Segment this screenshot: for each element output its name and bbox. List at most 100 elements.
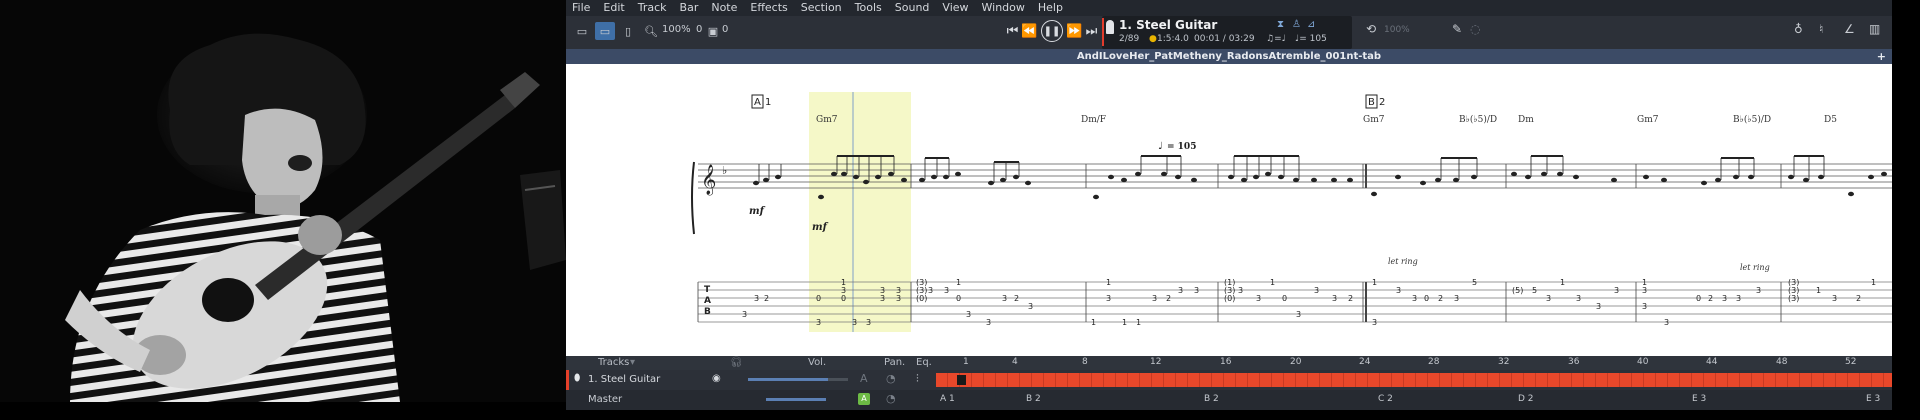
section-mark[interactable]: B 2: [1204, 394, 1219, 404]
ruler-number: 44: [1706, 357, 1718, 367]
tab-clef-b: B: [704, 307, 711, 317]
menu-help[interactable]: Help: [1038, 0, 1063, 16]
pause-button[interactable]: ❚❚: [1041, 20, 1063, 42]
svg-text:3: 3: [1256, 294, 1261, 303]
svg-text:3: 3: [1664, 318, 1669, 327]
ruler-number: 24: [1359, 357, 1371, 367]
add-track-icon[interactable]: ▾: [630, 357, 635, 368]
rewind-icon[interactable]: ⏪: [1021, 24, 1038, 39]
headphones-icon[interactable]: 🎧︎: [730, 357, 743, 368]
pan-header: Pan.: [884, 357, 906, 368]
section-mark[interactable]: B 2: [1026, 394, 1041, 404]
section-mark[interactable]: A 1: [940, 394, 955, 404]
vertical-view-icon[interactable]: ▯: [618, 22, 638, 40]
track-volume-fill: [748, 378, 828, 381]
svg-text:2: 2: [1348, 294, 1353, 303]
score-svg: A 1 B 2 Gm7 Dm/F Gm7 B♭(♭5)/D Dm Gm7 B♭(…: [691, 92, 1892, 332]
svg-text:3: 3: [754, 294, 759, 303]
bulb-icon[interactable]: ♁: [1794, 22, 1803, 36]
ruler-number: 32: [1498, 357, 1510, 367]
speed-icon[interactable]: ⊿: [1307, 19, 1315, 30]
master-row[interactable]: Master A ◔ A 1 B 2 B 2 C 2 D 2 E 3 E 3: [566, 390, 1892, 410]
menu-tools[interactable]: Tools: [855, 0, 882, 16]
svg-text:3: 3: [1596, 302, 1601, 311]
dynamic-marking: mf: [749, 206, 766, 217]
tab-fret-numbers: 3 23 0313 03 33 3 33 (3)(3)(0)3 3103 33 23 1…: [742, 278, 1876, 327]
master-auto-button[interactable]: A: [858, 393, 870, 405]
loop-icon[interactable]: ⟲: [1366, 22, 1376, 36]
svg-text:(0): (0): [1224, 294, 1235, 303]
guitar-icon[interactable]: ∠: [1844, 22, 1855, 36]
chord-label: Dm/F: [1081, 115, 1106, 125]
svg-text:0: 0: [956, 294, 961, 303]
ruler-number: 52: [1845, 357, 1857, 367]
track-name[interactable]: 1. Steel Guitar: [588, 374, 660, 385]
document-tab[interactable]: AndILoveHer_PatMetheny_RadonsAtremble_00…: [566, 49, 1892, 64]
trash-icon[interactable]: ▥: [1869, 22, 1880, 36]
pan-letter-icon[interactable]: A: [860, 372, 868, 385]
master-pan-icon[interactable]: ◔: [886, 392, 896, 405]
eq-header: Eq.: [916, 357, 932, 368]
track-timeline[interactable]: [936, 373, 1892, 387]
tracks-header-label: Tracks: [598, 357, 630, 368]
count-in-icon[interactable]: ♙: [1292, 19, 1301, 30]
horizontal-view-icon[interactable]: ▭: [595, 22, 615, 40]
section-mark[interactable]: E 3: [1692, 394, 1706, 404]
svg-text:3: 3: [1454, 294, 1459, 303]
svg-text:3: 3: [896, 286, 901, 295]
lcd-display: 1. Steel Guitar 2/89 ● 1:5:4.0 00:01 / 0…: [1102, 16, 1352, 49]
menu-section[interactable]: Section: [801, 0, 842, 16]
svg-text:3: 3: [1296, 310, 1301, 319]
svg-text:1: 1: [1816, 286, 1821, 295]
add-tab-icon[interactable]: +: [1877, 49, 1886, 64]
menu-bar-item[interactable]: Bar: [680, 0, 699, 16]
page-view-icon[interactable]: ▭: [572, 22, 592, 40]
svg-text:0: 0: [1696, 294, 1701, 303]
pan-knob-icon[interactable]: ◔: [886, 372, 896, 385]
menu-edit[interactable]: Edit: [603, 0, 624, 16]
svg-text:3: 3: [1722, 294, 1727, 303]
section-mark[interactable]: E 3: [1866, 394, 1880, 404]
menu-note[interactable]: Note: [711, 0, 737, 16]
zoom-icon[interactable]: 🔍︎: [644, 22, 658, 40]
metronome-icon[interactable]: ⧗: [1277, 19, 1284, 30]
svg-text:5: 5: [1472, 278, 1477, 287]
zoom-value[interactable]: 100%: [662, 24, 691, 35]
track-color-marker: [566, 370, 569, 390]
svg-text:3: 3: [1614, 286, 1619, 295]
screen: File Edit Track Bar Note Effects Section…: [0, 0, 1920, 420]
screen-icon[interactable]: ▣: [706, 22, 720, 40]
menu-effects[interactable]: Effects: [750, 0, 787, 16]
visibility-eye-icon[interactable]: ◉: [712, 373, 721, 384]
menu-window[interactable]: Window: [982, 0, 1025, 16]
score-view[interactable]: A 1 B 2 Gm7 Dm/F Gm7 B♭(♭5)/D Dm Gm7 B♭(…: [566, 64, 1892, 356]
section-mark[interactable]: C 2: [1378, 394, 1393, 404]
svg-text:5: 5: [1532, 286, 1537, 295]
master-volume-slider[interactable]: [766, 398, 826, 401]
skip-end-icon[interactable]: ⏭: [1083, 24, 1100, 39]
svg-text:0: 0: [1282, 294, 1287, 303]
fast-forward-icon[interactable]: ⏩: [1066, 24, 1083, 39]
ruler-number: 48: [1776, 357, 1788, 367]
instrument-icon[interactable]: ♮: [1819, 22, 1823, 36]
section-mark[interactable]: D 2: [1518, 394, 1534, 404]
pencil-icon[interactable]: ✎: [1452, 22, 1462, 36]
flat-key-signature-icon: ♭: [722, 164, 727, 177]
svg-text:1: 1: [1560, 278, 1565, 287]
tuner-icon[interactable]: ◌: [1470, 22, 1480, 36]
svg-text:1: 1: [1106, 278, 1111, 287]
skip-start-icon[interactable]: ⏮: [1004, 24, 1021, 39]
menu-file[interactable]: File: [572, 0, 590, 16]
svg-text:2: 2: [764, 294, 769, 303]
track-row-steel-guitar[interactable]: ⬮ 1. Steel Guitar ◉ A ◔ ⫶: [566, 370, 1892, 390]
menu-sound[interactable]: Sound: [895, 0, 930, 16]
svg-text:2: 2: [1856, 294, 1861, 303]
svg-text:3: 3: [896, 294, 901, 303]
svg-text:2: 2: [1166, 294, 1171, 303]
menu-track[interactable]: Track: [638, 0, 667, 16]
menu-view[interactable]: View: [942, 0, 968, 16]
svg-text:2: 2: [1438, 294, 1443, 303]
speed-value[interactable]: 100%: [1384, 25, 1410, 35]
lcd-track-title[interactable]: 1. Steel Guitar: [1119, 18, 1217, 32]
eq-icon[interactable]: ⫶: [916, 372, 919, 386]
